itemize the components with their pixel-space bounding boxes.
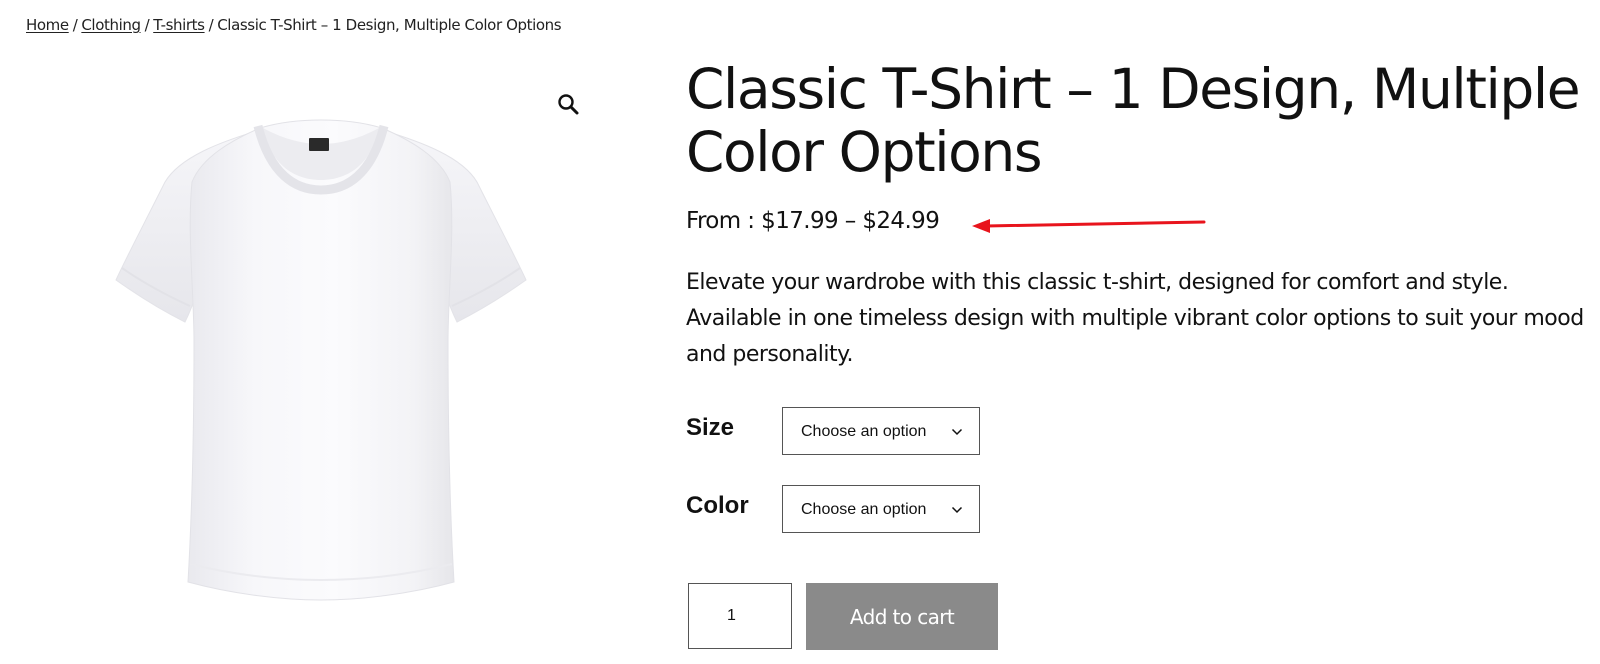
product-image[interactable] [110, 112, 550, 616]
chevron-down-icon [951, 425, 963, 443]
quantity-input[interactable] [688, 583, 792, 649]
breadcrumb: Home / Clothing / T-shirts / Classic T-Shirt –… [26, 16, 562, 34]
chevron-down-icon [951, 503, 963, 521]
breadcrumb-link-home[interactable]: Home [26, 16, 69, 34]
color-select[interactable]: Choose an option [782, 485, 980, 533]
size-select-value: Choose an option [801, 423, 927, 440]
product-title: Classic T-Shirt – 1 Design, Multiple Col… [686, 57, 1581, 184]
breadcrumb-link-clothing[interactable]: Clothing [81, 16, 141, 34]
size-label: Size [686, 414, 735, 441]
breadcrumb-separator: / [208, 16, 214, 34]
magnifier-icon[interactable] [556, 92, 582, 118]
product-description: Elevate your wardrobe with this classic … [686, 270, 1584, 367]
price-range: From : $17.99 – $24.99 [686, 208, 940, 234]
color-select-value: Choose an option [801, 501, 927, 518]
breadcrumb-link-tshirts[interactable]: T-shirts [153, 16, 205, 34]
breadcrumb-separator: / [144, 16, 150, 34]
product-page: Home / Clothing / T-shirts / Classic T-Shirt –… [0, 0, 1600, 664]
color-label: Color [686, 492, 749, 519]
annotation-arrow [972, 214, 1206, 238]
size-select[interactable]: Choose an option [782, 407, 980, 455]
breadcrumb-separator: / [72, 16, 78, 34]
breadcrumb-current: Classic T-Shirt – 1 Design, Multiple Col… [217, 16, 562, 34]
add-to-cart-button[interactable]: Add to cart [806, 583, 998, 650]
